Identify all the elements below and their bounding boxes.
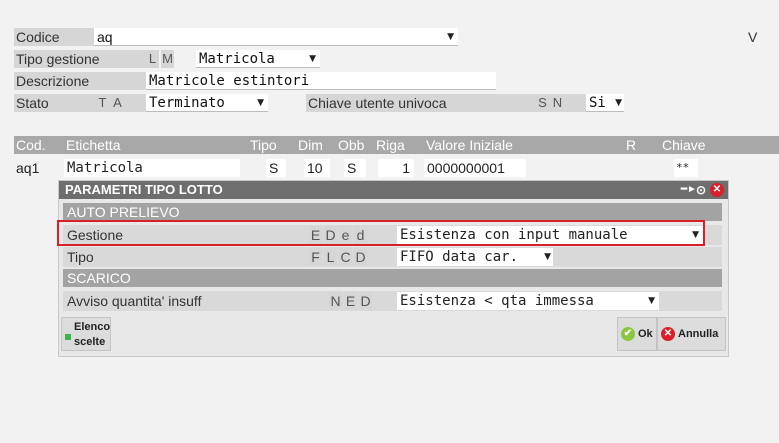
header-dim: Dim <box>298 137 323 153</box>
dialog-title-bar: PARAMETRI TIPO LOTTO ━► ⊙ ✕ <box>59 181 728 199</box>
tipo-label: Tipo <box>67 249 94 265</box>
gestione-label: Gestione <box>67 227 124 243</box>
key-option[interactable]: A <box>111 94 124 112</box>
stato-label: Stato <box>14 94 98 112</box>
gestione-value: Esistenza con input manuale <box>400 227 628 243</box>
cancel-icon: ✕ <box>661 327 675 341</box>
cell-dim[interactable]: 10 <box>304 159 330 177</box>
chevron-down-icon[interactable]: ▼ <box>615 94 622 112</box>
tipo-value: FIFO data car. <box>400 249 519 265</box>
section-auto-label: AUTO PRELIEVO <box>67 204 180 220</box>
key-option[interactable]: L <box>324 248 337 266</box>
tipo-gestione-select[interactable]: Matricola ▼ <box>196 50 320 68</box>
stato-select[interactable]: Terminato ▼ <box>146 94 268 112</box>
close-icon[interactable]: ✕ <box>710 183 724 197</box>
stato-value: Terminato <box>149 95 225 111</box>
header-valore-iniziale: Valore Iniziale <box>426 137 513 153</box>
chiave-select[interactable]: Si ▼ <box>586 94 624 112</box>
elenco-label: Elenco <box>74 321 111 333</box>
header-riga: Riga <box>376 137 405 153</box>
chiave-keys[interactable]: SN <box>536 94 586 112</box>
corner-letter: V <box>748 29 758 45</box>
chevron-down-icon[interactable]: ▼ <box>257 94 264 112</box>
codice-value: aq <box>97 29 113 45</box>
avviso-row: Avviso quantita' insuff NED Esistenza < … <box>63 291 722 311</box>
avviso-value: Esistenza < qta immessa <box>400 293 594 309</box>
section-scarico: SCARICO <box>63 269 722 287</box>
tipo-row: Tipo FLCD FIFO data car. ▼ <box>63 247 722 267</box>
section-scarico-label: SCARICO <box>67 270 131 286</box>
chevron-down-icon[interactable]: ▼ <box>648 292 655 310</box>
cell-etichetta[interactable]: Matricola <box>64 159 240 177</box>
chevron-down-icon[interactable]: ▼ <box>544 248 551 266</box>
header-r: R <box>626 137 637 153</box>
section-auto-prelievo: AUTO PRELIEVO <box>63 203 722 221</box>
checkmark-icon: ✔ <box>621 327 635 341</box>
ok-label: Ok <box>638 328 653 340</box>
key-option[interactable]: N <box>551 94 564 112</box>
avviso-keys[interactable]: NED <box>329 292 374 310</box>
chevron-down-icon[interactable]: ▼ <box>692 226 699 244</box>
key-option[interactable]: D <box>324 226 337 244</box>
key-option[interactable]: M <box>161 50 174 68</box>
chiave-utente-label: Chiave utente univoca <box>306 94 538 112</box>
key-option[interactable]: D <box>354 248 367 266</box>
tipo-gestione-value: Matricola <box>199 51 275 67</box>
tipo-gestione-label: Tipo gestione <box>14 50 148 68</box>
gestione-keys[interactable]: EDed <box>309 226 369 244</box>
codice-label: Codice <box>14 28 96 46</box>
tipo-select[interactable]: FIFO data car. ▼ <box>397 248 553 266</box>
key-option[interactable]: E <box>344 292 357 310</box>
ok-button[interactable]: ✔ Ok <box>617 317 657 351</box>
descrizione-value: Matricole estintori <box>149 73 310 89</box>
grid-header: Cod. Etichetta Tipo Dim Obb Riga Valore … <box>14 136 779 154</box>
scelte-label: scelte <box>74 336 106 348</box>
stato-keys[interactable]: TA <box>96 94 146 112</box>
annulla-label: Annulla <box>678 328 719 340</box>
tipo-keys[interactable]: FLCD <box>309 248 369 266</box>
key-option[interactable]: L <box>146 50 159 68</box>
descrizione-input[interactable]: Matricole estintori <box>146 72 496 90</box>
radio-icon[interactable]: ⊙ <box>696 181 706 199</box>
tipo-gestione-keys[interactable]: LM <box>146 50 176 68</box>
key-option[interactable]: d <box>354 226 367 244</box>
cell-valore-iniziale[interactable]: 0000000001 <box>424 159 526 177</box>
header-tipo: Tipo <box>250 137 277 153</box>
gestione-row: Gestione EDed Esistenza con input manual… <box>63 225 722 245</box>
key-option[interactable]: N <box>329 292 342 310</box>
parametri-tipo-lotto-dialog: PARAMETRI TIPO LOTTO ━► ⊙ ✕ AUTO PRELIEV… <box>58 180 729 357</box>
pin-icon[interactable]: ━► <box>681 181 697 199</box>
chiave-value: Si <box>589 95 606 111</box>
cell-tipo[interactable]: S <box>266 159 286 177</box>
key-option[interactable]: D <box>359 292 372 310</box>
header-etichetta: Etichetta <box>66 137 121 153</box>
dialog-title: PARAMETRI TIPO LOTTO <box>65 182 223 197</box>
header-chiave: Chiave <box>662 137 706 153</box>
chevron-down-icon[interactable]: ▼ <box>309 50 316 68</box>
key-option[interactable]: S <box>536 94 549 112</box>
key-option[interactable]: E <box>309 226 322 244</box>
chevron-down-icon[interactable]: ▼ <box>447 28 454 46</box>
descrizione-label: Descrizione <box>14 72 148 90</box>
cell-chiave[interactable]: ** <box>674 159 698 177</box>
avviso-select[interactable]: Esistenza < qta immessa ▼ <box>397 292 659 310</box>
key-option[interactable]: F <box>309 248 322 266</box>
key-option[interactable]: C <box>339 248 352 266</box>
key-option[interactable]: e <box>339 226 352 244</box>
gestione-select[interactable]: Esistenza con input manuale ▼ <box>397 226 703 244</box>
cell-riga[interactable]: 1 <box>378 159 414 177</box>
header-cod: Cod. <box>16 137 46 153</box>
green-square-icon <box>65 334 71 340</box>
cell-obb[interactable]: S <box>344 159 366 177</box>
annulla-button[interactable]: ✕ Annulla <box>657 317 726 351</box>
key-option[interactable]: T <box>96 94 109 112</box>
avviso-label: Avviso quantita' insuff <box>67 293 202 309</box>
cell-cod: aq1 <box>16 160 40 176</box>
elenco-scelte-button[interactable]: Elenco scelte <box>61 317 111 351</box>
codice-input[interactable]: aq ▼ <box>94 28 458 46</box>
header-obb: Obb <box>338 137 365 153</box>
